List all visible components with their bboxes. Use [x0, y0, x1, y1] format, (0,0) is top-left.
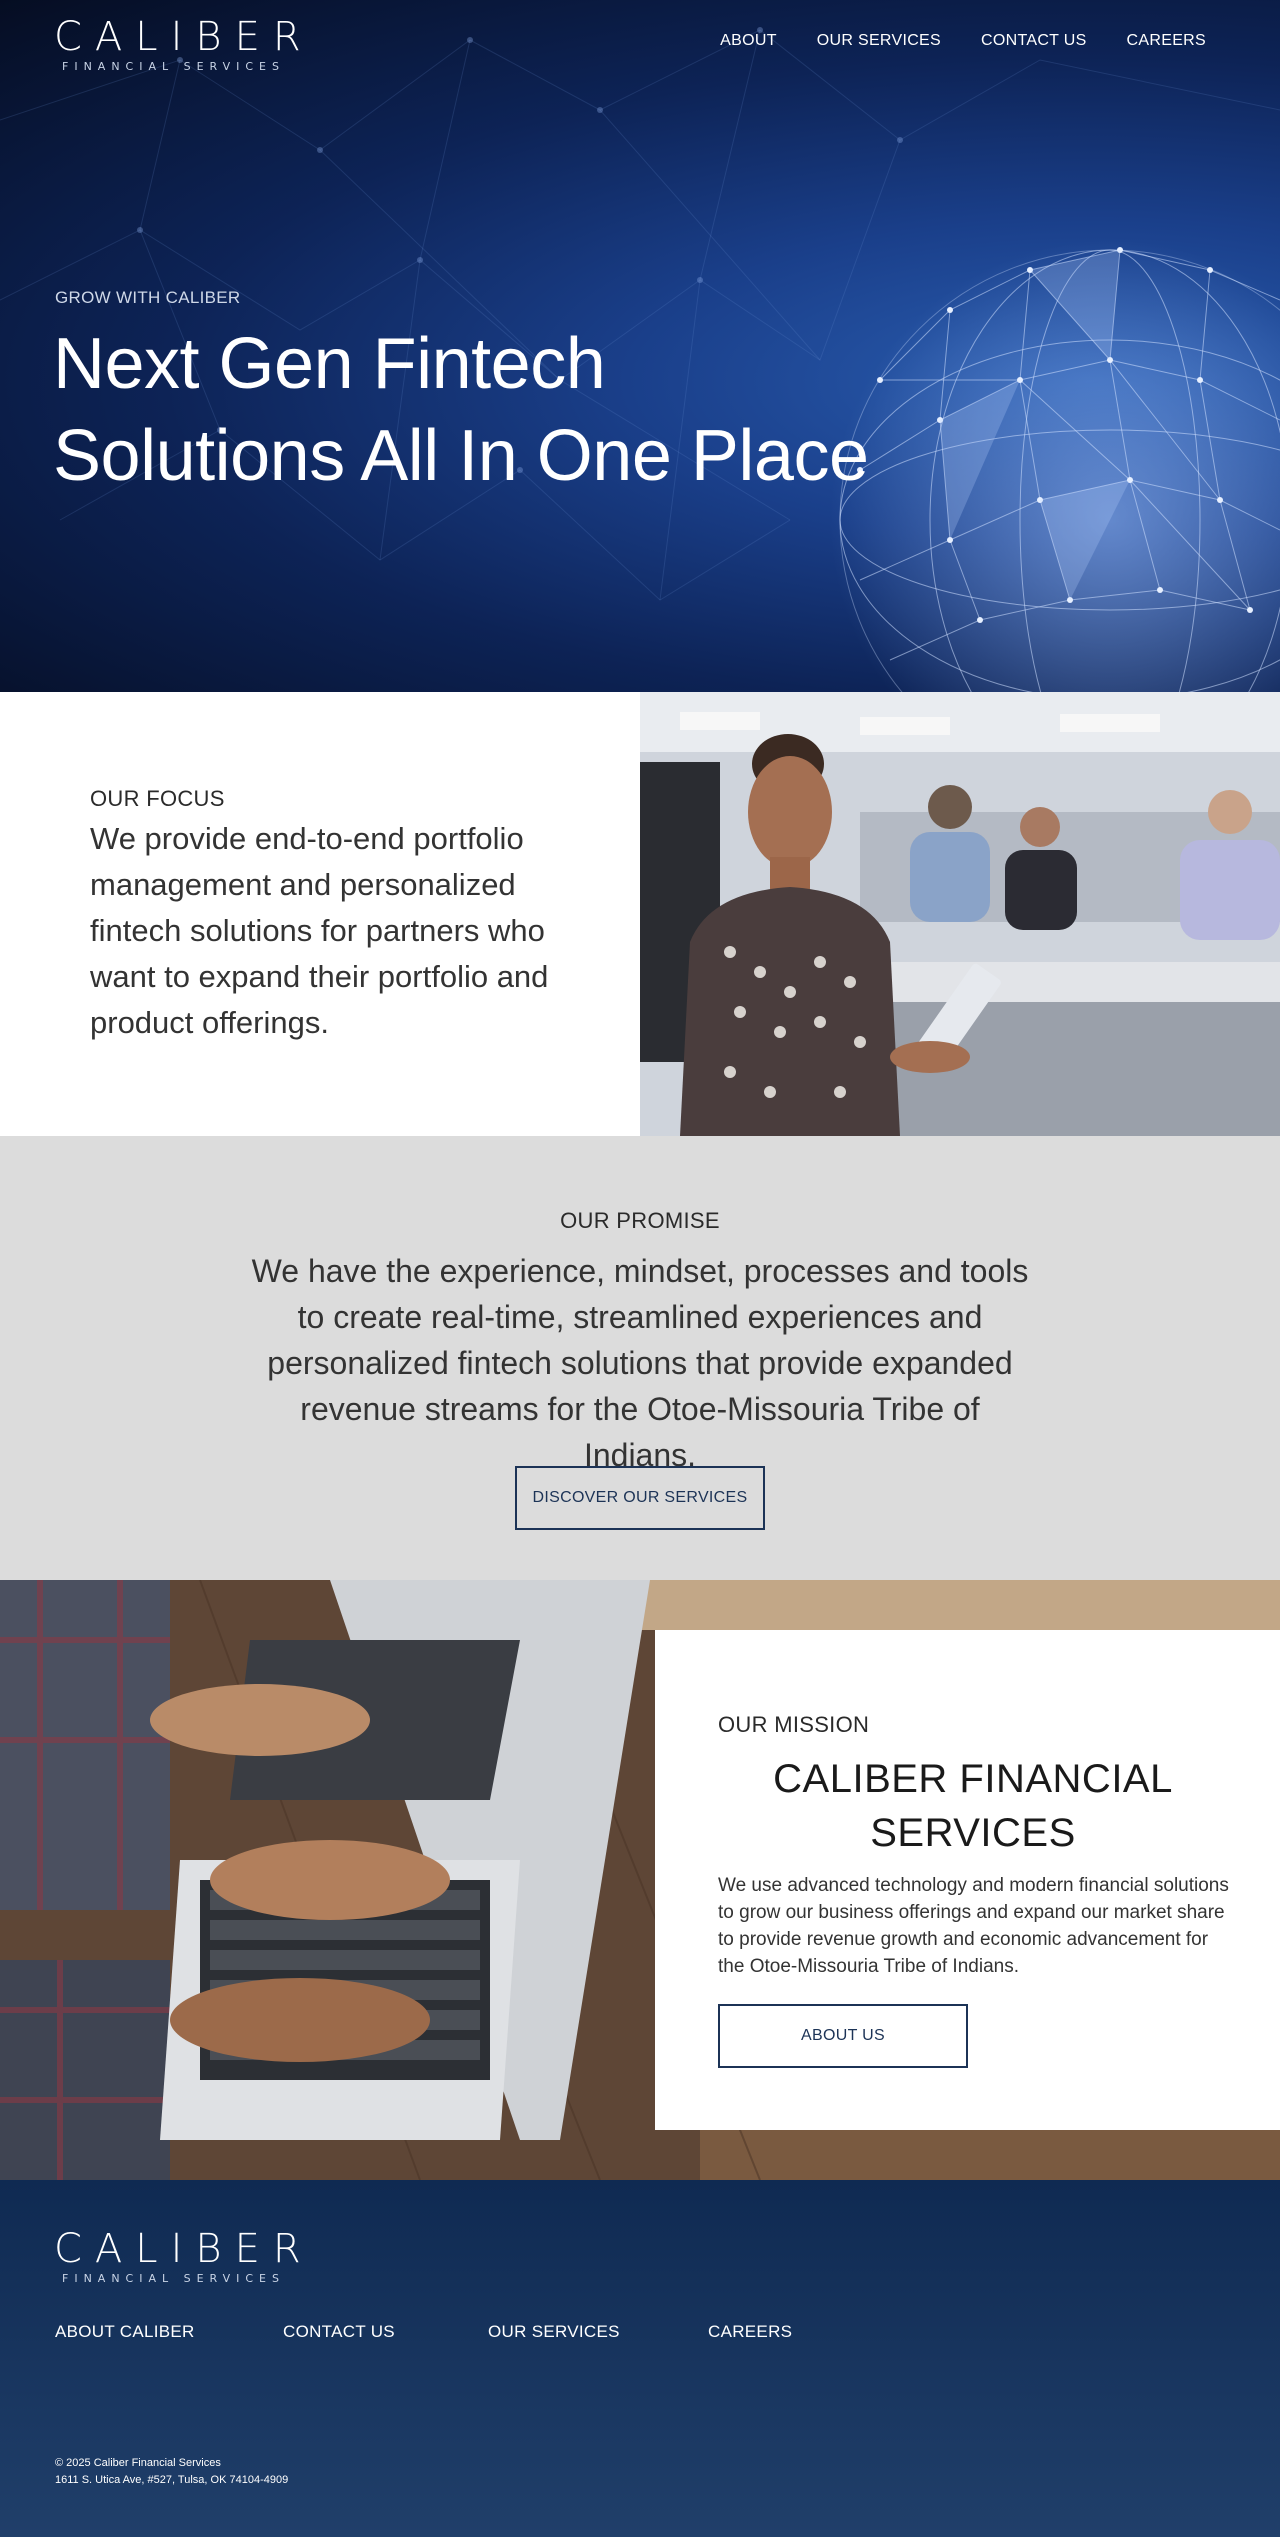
- hero-title-line-2: Solutions All In One Place: [53, 416, 869, 496]
- promise-section: OUR PROMISE We have the experience, mind…: [0, 1136, 1280, 1580]
- footer-logo-tagline: FINANCIAL SERVICES: [62, 2272, 285, 2285]
- mission-section: OUR MISSION CALIBER FINANCIAL SERVICES W…: [0, 1580, 1280, 2180]
- hero-eyebrow: GROW WITH CALIBER: [55, 288, 241, 307]
- footer-nav-careers[interactable]: CAREERS: [708, 2322, 792, 2342]
- focus-eyebrow: OUR FOCUS: [90, 786, 225, 811]
- mission-eyebrow: OUR MISSION: [718, 1712, 870, 1737]
- footer-copyright: © 2025 Caliber Financial Services 1611 S…: [55, 2455, 288, 2489]
- footer-nav-contact-us[interactable]: CONTACT US: [283, 2322, 488, 2342]
- about-us-button[interactable]: ABOUT US: [718, 2004, 968, 2068]
- focus-body: We provide end-to-end portfolio manageme…: [90, 821, 549, 1040]
- logo-tagline: FINANCIAL SERVICES: [62, 60, 285, 73]
- logo-wordmark: CALIBER: [54, 14, 314, 60]
- promise-body: We have the experience, mindset, process…: [251, 1253, 1029, 1473]
- nav-contact-us[interactable]: CONTACT US: [981, 32, 1087, 50]
- promise-eyebrow: OUR PROMISE: [560, 1208, 720, 1233]
- footer-caliber-logo-icon[interactable]: CALIBER FINANCIAL SERVICES: [54, 2228, 314, 2285]
- discover-services-button[interactable]: DISCOVER OUR SERVICES: [515, 1466, 765, 1530]
- copyright-text: © 2025 Caliber Financial Services: [55, 2457, 221, 2469]
- focus-text: OUR FOCUS We provide end-to-end portfoli…: [90, 786, 570, 1046]
- footer-logo-wordmark: CALIBER: [54, 2226, 314, 2272]
- mission-body: We use advanced technology and modern fi…: [718, 1875, 1229, 1977]
- mission-card: OUR MISSION CALIBER FINANCIAL SERVICES W…: [655, 1630, 1280, 2130]
- focus-section: OUR FOCUS We provide end-to-end portfoli…: [0, 692, 1280, 1136]
- footer-nav-about-caliber[interactable]: ABOUT CALIBER: [55, 2322, 283, 2342]
- caliber-logo-icon[interactable]: CALIBER FINANCIAL SERVICES: [54, 16, 314, 73]
- nav-our-services[interactable]: OUR SERVICES: [817, 32, 941, 50]
- hero-section: CALIBER FINANCIAL SERVICES ABOUT OUR SER…: [0, 0, 1280, 692]
- footer-nav-our-services[interactable]: OUR SERVICES: [488, 2322, 708, 2342]
- hero-title: Next Gen Fintech Solutions All In One Pl…: [53, 318, 953, 502]
- mission-title: CALIBER FINANCIAL SERVICES: [773, 1757, 1173, 1855]
- site-footer: CALIBER FINANCIAL SERVICES ABOUT CALIBER…: [0, 2180, 1280, 2537]
- nav-careers[interactable]: CAREERS: [1127, 32, 1206, 50]
- nav-about[interactable]: ABOUT: [720, 32, 777, 50]
- office-team-photo: [640, 692, 1280, 1136]
- hero-title-line-1: Next Gen Fintech: [53, 324, 606, 404]
- address-text: 1611 S. Utica Ave, #527, Tulsa, OK 74104…: [55, 2474, 289, 2486]
- main-nav: ABOUT OUR SERVICES CONTACT US CAREERS: [720, 32, 1206, 50]
- footer-nav: ABOUT CALIBER CONTACT US OUR SERVICES CA…: [55, 2322, 792, 2342]
